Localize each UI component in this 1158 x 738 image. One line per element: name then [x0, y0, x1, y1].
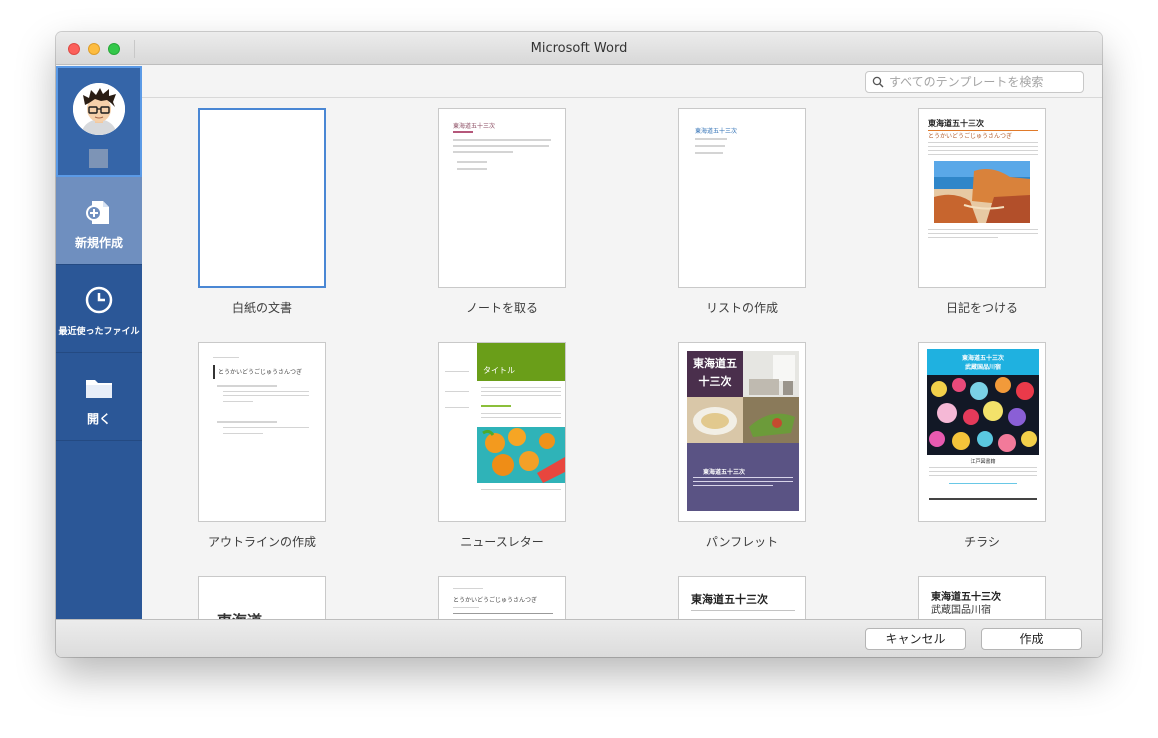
search-icon — [872, 76, 884, 88]
sidebar-item-open[interactable]: 開く — [56, 353, 142, 441]
thumbnail-subheading: 武蔵国品川宿 — [964, 364, 1001, 371]
interior-photo — [743, 351, 799, 397]
template-thumbnail[interactable]: 東海道五十三次 — [678, 108, 806, 288]
title-bar: Microsoft Word — [56, 32, 1102, 65]
template-thumbnail[interactable]: とうかいどうごじゅうさんつぎ — [198, 342, 326, 522]
avatar — [73, 83, 125, 135]
template-label: 白紙の文書 — [231, 301, 292, 315]
thumbnail-subheading: とうかいどうごじゅうさんつぎ — [453, 597, 538, 604]
beach-photo — [934, 161, 1030, 223]
create-button[interactable]: 作成 — [981, 628, 1082, 650]
lanterns-photo — [927, 375, 1039, 455]
template-thumbnail[interactable]: 東海道五十三次 武蔵国品川宿 — [918, 576, 1046, 619]
cancel-button[interactable]: キャンセル — [865, 628, 966, 650]
template-thumbnail[interactable]: 東海道五十三次 武蔵国品川宿 — [918, 342, 1046, 522]
account-status-square — [89, 149, 108, 168]
template-label: 日記をつける — [945, 301, 1018, 315]
dialog-footer: キャンセル 作成 — [56, 619, 1102, 657]
thumbnail-heading: 東海道五十三次 — [928, 119, 984, 128]
template-thumbnail[interactable]: タイトル — [438, 342, 566, 522]
template-thumbnail[interactable]: 東海道五十三次 — [678, 576, 806, 619]
template-thumbnail[interactable]: 東海道 — [198, 576, 326, 619]
account-profile[interactable] — [56, 66, 142, 177]
template-label: ニュースレター — [460, 535, 544, 549]
template-search-input[interactable]: すべてのテンプレートを検索 — [865, 71, 1084, 93]
thumbnail-subheading: 東海道五十三次 — [703, 469, 746, 476]
thumbnail-subheading: 武蔵国品川宿 — [931, 605, 991, 616]
thumbnail-subheading: とうかいどうごじゅうさんつぎ — [218, 369, 303, 376]
clock-icon — [85, 286, 113, 314]
folder-icon — [86, 380, 112, 398]
thumbnail-heading: 東海道五十三次 — [961, 355, 1004, 362]
template-label: パンフレット — [705, 535, 779, 549]
sidebar-item-label: 開く — [86, 412, 111, 426]
thumbnail-heading: 東海道五十三次 — [691, 593, 768, 606]
thumbnail-heading: 東海道 — [217, 610, 262, 619]
template-label: リストの作成 — [705, 301, 778, 315]
template-gallery: 白紙の文書 東海道五十三次 ノートを取る 東海道五十三次 リストの作成 東海道五… — [142, 99, 1102, 619]
sidebar-item-recent[interactable]: 最近使ったファイル — [56, 265, 142, 353]
template-thumbnail[interactable]: 東海道五十三次 東海道五十三次 — [678, 342, 806, 522]
sidebar-item-label: 最近使ったファイル — [58, 327, 140, 337]
template-label: ノートを取る — [465, 301, 538, 315]
thumbnail-heading: 東海道五十三次 — [695, 128, 738, 135]
new-document-icon — [86, 201, 109, 224]
thumbnail-heading: タイトル — [483, 366, 515, 375]
toolbar: すべてのテンプレートを検索 — [142, 66, 1102, 98]
thumbnail-body-heading: 江戸図書籍 — [970, 459, 996, 465]
template-thumbnail[interactable]: とうかいどうごじゅうさんつぎ — [438, 576, 566, 619]
sidebar-item-new[interactable]: 新規作成 — [56, 177, 142, 265]
thumbnail-subheading: とうかいどうごじゅうさんつぎ — [928, 133, 1013, 140]
template-thumbnail[interactable]: 東海道五十三次 — [438, 108, 566, 288]
template-thumbnail[interactable]: 東海道五十三次 とうかいどうごじゅうさんつぎ — [918, 108, 1046, 288]
template-label: アウトラインの作成 — [207, 535, 316, 549]
template-label: チラシ — [964, 535, 1000, 549]
sidebar: 新規作成 最近使ったファイル 開く — [56, 66, 142, 619]
sidebar-item-label: 新規作成 — [74, 236, 123, 250]
window-title: Microsoft Word — [530, 41, 628, 56]
food-photo — [687, 397, 799, 443]
thumbnail-heading: 東海道五十三次 — [453, 123, 496, 130]
thumbnail-heading: 東海道五十三次 — [693, 357, 737, 388]
fruit-photo — [477, 427, 565, 483]
search-placeholder: すべてのテンプレートを検索 — [889, 75, 1044, 89]
template-thumbnail[interactable] — [198, 108, 326, 288]
word-template-window: Microsoft Word 新規作成 最近使ったファイル 開く すべてのテンプ… — [56, 32, 1102, 657]
